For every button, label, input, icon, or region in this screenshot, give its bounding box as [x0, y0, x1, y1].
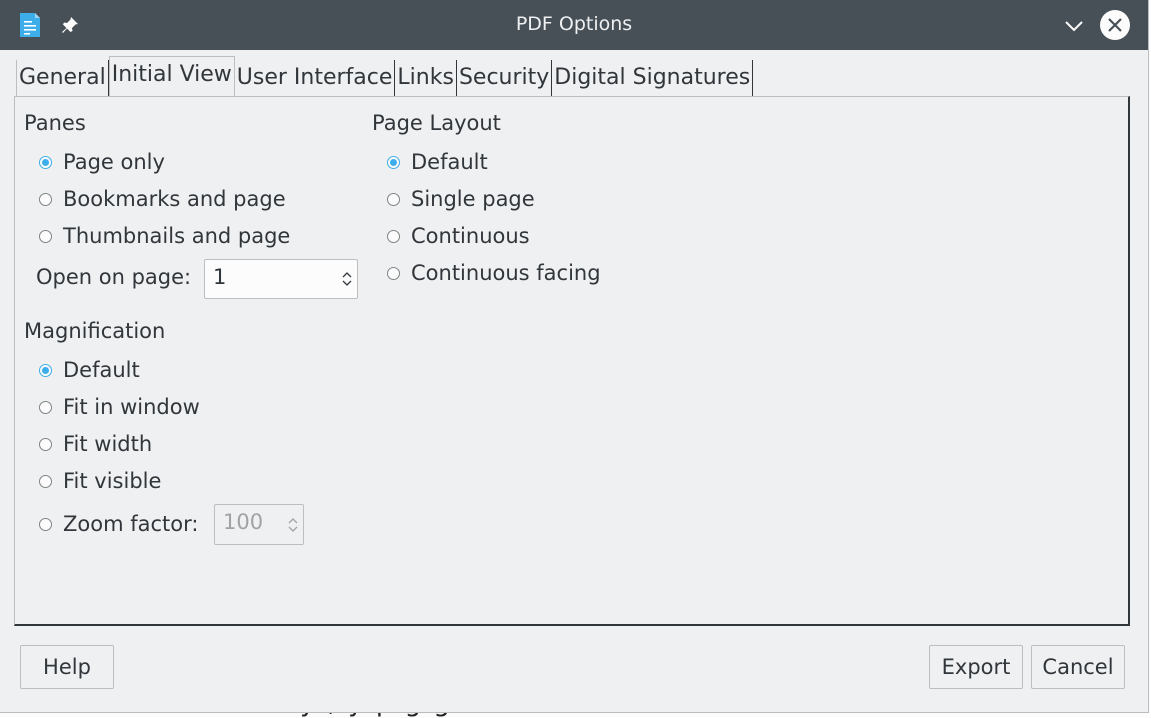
spin-arrows-icon[interactable] — [341, 270, 353, 288]
initial-view-panel: Panes Page only Bookmarks and page Thumb… — [14, 96, 1130, 626]
panes-thumbnails-option[interactable]: Thumbnails and page — [39, 221, 290, 251]
tab-general[interactable]: General — [16, 60, 109, 96]
close-icon — [1108, 18, 1122, 32]
chevron-down-icon[interactable] — [1063, 15, 1085, 37]
radio-button[interactable] — [387, 266, 400, 280]
panes-bookmarks-option[interactable]: Bookmarks and page — [39, 184, 286, 214]
magnification-fit-visible-option[interactable]: Fit visible — [39, 466, 161, 496]
magnification-fit-width-option[interactable]: Fit width — [39, 429, 152, 459]
radio-button[interactable] — [387, 155, 400, 169]
radio-label: Single page — [411, 187, 535, 211]
layout-single-page-option[interactable]: Single page — [387, 184, 535, 214]
radio-label: Fit in window — [63, 395, 200, 419]
help-button[interactable]: Help — [20, 645, 114, 689]
layout-continuous-facing-option[interactable]: Continuous facing — [387, 258, 601, 288]
radio-button[interactable] — [39, 474, 52, 488]
tab-security[interactable]: Security — [457, 60, 553, 96]
open-on-page-spinbox[interactable]: 1 — [204, 259, 358, 299]
radio-label: Fit visible — [63, 469, 162, 493]
radio-button[interactable] — [39, 229, 52, 243]
open-on-page-label: Open on page: — [36, 265, 192, 289]
radio-button[interactable] — [39, 192, 52, 206]
radio-label: Default — [411, 150, 488, 174]
radio-label: Zoom factor: — [63, 512, 199, 536]
title-bar[interactable]: PDF Options — [0, 0, 1148, 50]
radio-label: Continuous facing — [411, 261, 601, 285]
page-layout-heading: Page Layout — [372, 111, 501, 135]
radio-button[interactable] — [39, 400, 52, 414]
spin-arrows-icon — [288, 517, 298, 532]
cancel-button[interactable]: Cancel — [1031, 645, 1125, 689]
radio-label: Fit width — [63, 432, 153, 456]
magnification-heading: Magnification — [24, 319, 166, 343]
radio-button[interactable] — [39, 155, 52, 169]
pdf-options-dialog: PDF Options General Initial View User In… — [0, 0, 1149, 713]
radio-label: Thumbnails and page — [63, 224, 291, 248]
radio-label: Default — [63, 358, 140, 382]
radio-button[interactable] — [39, 437, 52, 451]
close-button[interactable] — [1100, 10, 1130, 40]
zoom-factor-spinbox: 100 — [214, 504, 304, 545]
zoom-factor-value: 100 — [223, 510, 264, 534]
tab-bar: General Initial View User Interface Link… — [16, 56, 754, 96]
panes-heading: Panes — [24, 111, 86, 135]
radio-label: Continuous — [411, 224, 530, 248]
open-on-page-value: 1 — [213, 265, 227, 289]
magnification-zoom-factor-option[interactable]: Zoom factor: — [39, 509, 198, 539]
radio-button[interactable] — [39, 517, 52, 531]
export-button[interactable]: Export — [929, 645, 1023, 689]
radio-button[interactable] — [39, 363, 52, 377]
tab-digital-signatures[interactable]: Digital Signatures — [552, 60, 754, 96]
tab-initial-view[interactable]: Initial View — [108, 56, 235, 96]
magnification-default-option[interactable]: Default — [39, 355, 140, 385]
layout-continuous-option[interactable]: Continuous — [387, 221, 530, 251]
tab-links[interactable]: Links — [395, 60, 457, 96]
radio-label: Bookmarks and page — [63, 187, 286, 211]
tab-user-interface[interactable]: User Interface — [235, 60, 396, 96]
radio-button[interactable] — [387, 229, 400, 243]
panes-page-only-option[interactable]: Page only — [39, 147, 165, 177]
magnification-fit-window-option[interactable]: Fit in window — [39, 392, 200, 422]
radio-label: Page only — [63, 150, 165, 174]
radio-button[interactable] — [387, 192, 400, 206]
window-title: PDF Options — [515, 13, 633, 35]
layout-default-option[interactable]: Default — [387, 147, 488, 177]
